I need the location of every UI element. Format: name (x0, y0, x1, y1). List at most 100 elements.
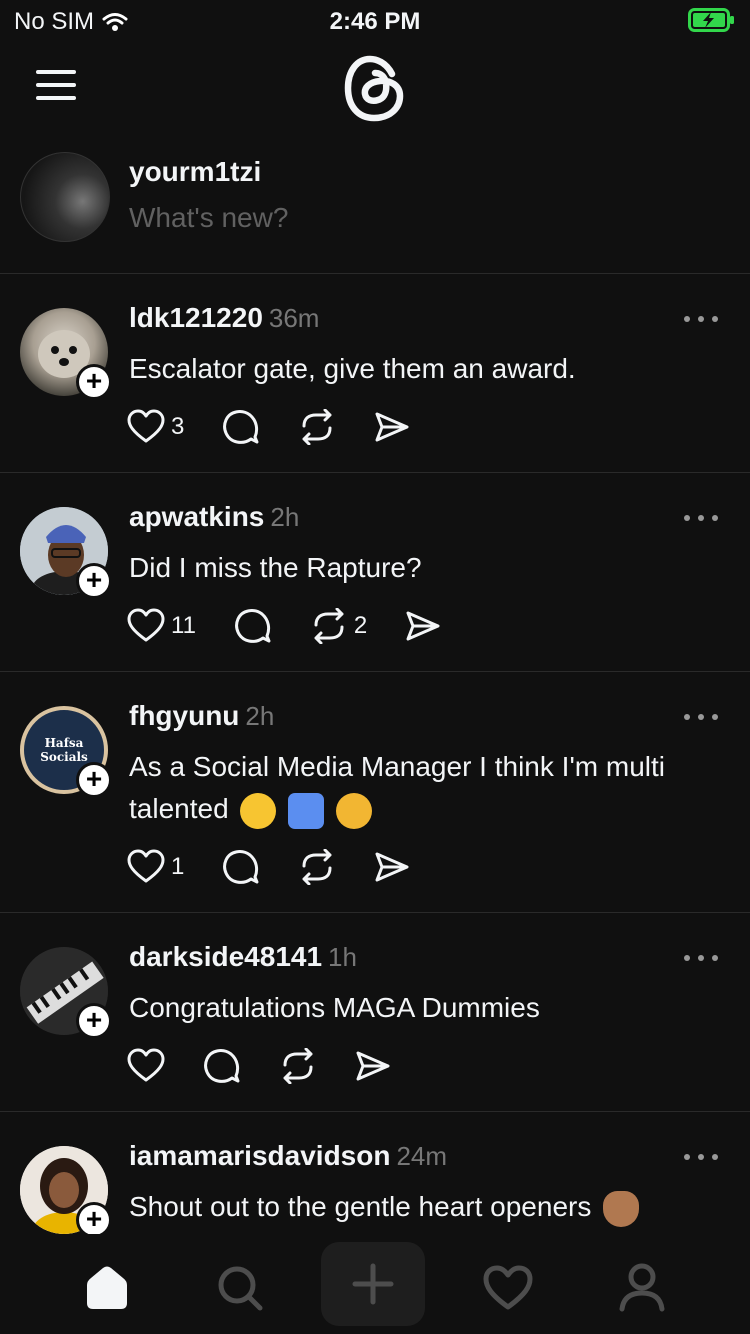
send-icon (406, 611, 440, 641)
menu-icon (36, 70, 76, 74)
post-text: Escalator gate, give them an award. (129, 353, 576, 384)
post-text: As a Social Media Manager I think I'm mu… (129, 751, 666, 824)
comment-icon (223, 410, 259, 444)
heart-icon (483, 1265, 533, 1310)
heart-icon (127, 608, 165, 642)
post-username[interactable]: fhgyunu (129, 700, 239, 731)
follow-button[interactable]: + (76, 1003, 112, 1039)
post-header: darkside48141 1h (129, 941, 357, 973)
battery-icon (688, 8, 734, 32)
share-button[interactable] (355, 1050, 391, 1082)
repost-count: 2 (353, 612, 368, 639)
post-actions: 11 2 (127, 607, 479, 645)
repost-button[interactable]: 2 (310, 608, 367, 644)
home-icon (87, 1266, 127, 1309)
avatar[interactable] (20, 152, 110, 242)
heart-icon (127, 1048, 165, 1082)
repost-icon (302, 849, 332, 885)
post-text-block: As a Social Media Manager I think I'm mu… (129, 746, 729, 830)
like-button[interactable] (127, 1048, 165, 1084)
reply-button[interactable] (234, 607, 272, 645)
more-options-button[interactable] (684, 316, 718, 324)
share-button[interactable] (374, 411, 410, 443)
post-card[interactable]: + ldk121220 36m Escalator gate, give them… (0, 274, 750, 473)
post-username[interactable]: iamamarisdavidson (129, 1140, 390, 1171)
post-actions: 3 (127, 408, 448, 446)
repost-button[interactable] (298, 409, 336, 445)
post-username[interactable]: ldk121220 (129, 302, 263, 333)
like-button[interactable]: 3 (127, 409, 184, 445)
like-button[interactable]: 11 (127, 608, 196, 644)
post-time: 36m (268, 303, 320, 333)
follow-button[interactable]: + (76, 1202, 112, 1234)
melting-face-emoji-icon (335, 792, 372, 829)
post-text-block: Shout out to the gentle heart openers (129, 1186, 729, 1228)
avatar-label: Hafsa Socials (40, 736, 88, 764)
post-card[interactable]: + apwatkins 2h Did I miss the Rapture? 11… (0, 473, 750, 672)
reply-button[interactable] (222, 848, 260, 886)
new-thread-composer[interactable]: yourm1tzi What's new? (0, 148, 750, 274)
post-card[interactable]: + darkside48141 1h Congratulations MAGA D… (0, 913, 750, 1112)
pinched-fingers-emoji-icon (603, 1190, 640, 1227)
post-time: 24m (396, 1141, 448, 1171)
post-username[interactable]: apwatkins (129, 501, 264, 532)
more-options-button[interactable] (684, 955, 718, 963)
post-actions: 1 (127, 848, 448, 886)
post-card[interactable]: Hafsa Socials + fhgyunu 2h As a Social Me… (0, 672, 750, 913)
repost-icon (302, 409, 332, 445)
reply-button[interactable] (203, 1047, 241, 1085)
search-icon (218, 1266, 263, 1311)
bottom-tab-bar (0, 1234, 750, 1334)
up-down-arrow-emoji-icon (288, 792, 325, 829)
follow-button[interactable]: + (76, 364, 112, 400)
follow-button[interactable]: + (76, 762, 112, 798)
comment-icon (223, 850, 259, 884)
like-count: 11 (171, 612, 196, 639)
threads-logo[interactable] (340, 50, 410, 126)
plus-icon (352, 1263, 394, 1305)
tab-search[interactable] (188, 1246, 292, 1330)
smile-emoji-icon (240, 792, 277, 829)
post-header: apwatkins 2h (129, 501, 299, 533)
send-icon (375, 852, 409, 882)
repost-icon (283, 1048, 313, 1084)
like-button[interactable]: 1 (127, 849, 184, 885)
post-text: Congratulations MAGA Dummies (129, 992, 540, 1023)
heart-icon (127, 409, 165, 443)
post-time: 2h (270, 502, 300, 532)
tab-new-thread[interactable] (321, 1242, 425, 1326)
send-icon (356, 1051, 390, 1081)
reply-button[interactable] (222, 408, 260, 446)
repost-icon (314, 608, 344, 644)
follow-button[interactable]: + (76, 563, 112, 599)
more-options-button[interactable] (684, 1154, 718, 1162)
more-options-button[interactable] (684, 515, 718, 523)
more-options-button[interactable] (684, 714, 718, 722)
comment-icon (235, 609, 271, 643)
tab-home[interactable] (55, 1246, 159, 1330)
send-icon (375, 412, 409, 442)
post-text: Shout out to the gentle heart openers (129, 1191, 592, 1222)
post-card[interactable]: + iamamarisdavidson 24m Shout out to the … (0, 1112, 750, 1234)
post-header: iamamarisdavidson 24m (129, 1140, 447, 1172)
post-time: 2h (245, 701, 275, 731)
post-username[interactable]: darkside48141 (129, 941, 322, 972)
like-count: 3 (171, 413, 185, 440)
heart-icon (127, 849, 165, 883)
tab-profile[interactable] (590, 1246, 694, 1330)
menu-button[interactable] (36, 70, 76, 100)
comment-icon (204, 1049, 240, 1083)
like-count: 1 (171, 853, 185, 880)
status-bar: No SIM 2:46 PM (0, 0, 750, 40)
share-button[interactable] (374, 851, 410, 883)
post-actions (127, 1047, 429, 1085)
clock: 2:46 PM (329, 8, 421, 35)
composer-placeholder[interactable]: What's new? (129, 202, 288, 234)
share-button[interactable] (405, 610, 441, 642)
top-bar (0, 48, 750, 128)
profile-icon (619, 1263, 665, 1312)
tab-activity[interactable] (456, 1246, 560, 1330)
repost-button[interactable] (279, 1048, 317, 1084)
repost-button[interactable] (298, 849, 336, 885)
post-text: Did I miss the Rapture? (129, 552, 422, 583)
